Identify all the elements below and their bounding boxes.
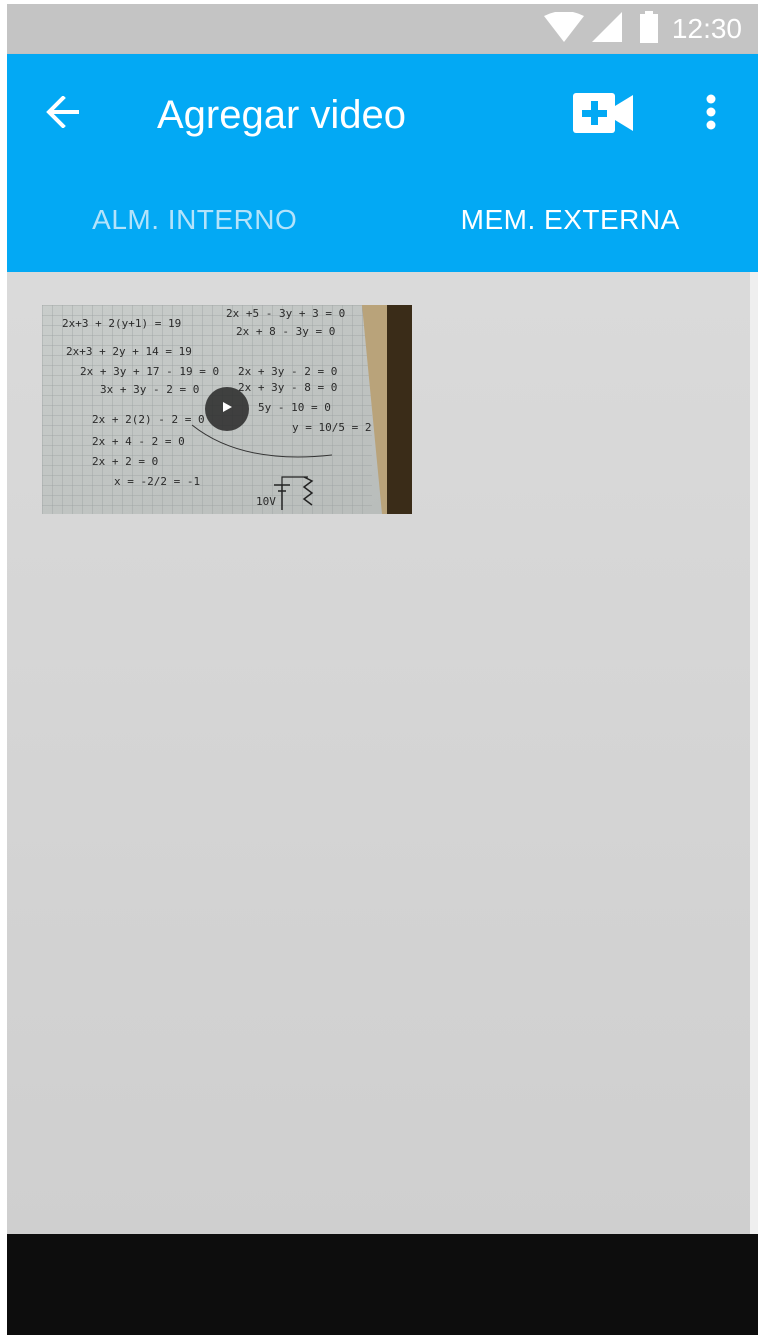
app-bar: Agregar video ALM. INTERNO MEM. EXTERNA <box>7 54 758 272</box>
overflow-menu-button[interactable] <box>691 86 731 142</box>
wifi-icon <box>543 10 584 47</box>
svg-text:5y - 10 = 0: 5y - 10 = 0 <box>258 401 331 414</box>
svg-text:2x + 2 = 0: 2x + 2 = 0 <box>92 455 158 468</box>
cell-signal-icon <box>591 11 622 47</box>
play-button[interactable] <box>205 387 249 431</box>
page-title: Agregar video <box>157 93 407 137</box>
arrow-back-icon <box>45 94 81 133</box>
svg-text:2x +5 - 3y + 3 = 0: 2x +5 - 3y + 3 = 0 <box>226 307 345 320</box>
svg-text:2x+3 + 2y + 14 = 19: 2x+3 + 2y + 14 = 19 <box>66 345 192 358</box>
more-vert-icon <box>705 94 717 135</box>
status-icons: 12:30 <box>543 4 742 54</box>
svg-text:2x + 2(2) - 2 = 0: 2x + 2(2) - 2 = 0 <box>92 413 205 426</box>
scrollbar[interactable] <box>750 272 758 1234</box>
status-time: 12:30 <box>671 13 742 44</box>
video-add-icon <box>573 92 633 138</box>
svg-text:2x + 3y + 17 - 19 = 0: 2x + 3y + 17 - 19 = 0 <box>80 365 219 378</box>
video-thumbnail[interactable]: 2x+3 + 2(y+1) = 19 2x+3 + 2y + 14 = 19 2… <box>42 305 412 514</box>
add-video-button[interactable] <box>570 90 636 140</box>
tab-internal-storage[interactable]: ALM. INTERNO <box>7 176 383 272</box>
play-icon <box>221 400 233 418</box>
svg-text:10V: 10V <box>256 495 276 508</box>
svg-text:2x + 4 - 2 = 0: 2x + 4 - 2 = 0 <box>92 435 185 448</box>
svg-text:3x + 3y - 2 = 0: 3x + 3y - 2 = 0 <box>100 383 199 396</box>
toolbar: Agregar video <box>7 54 758 176</box>
battery-icon <box>639 10 658 48</box>
back-button[interactable] <box>37 88 89 140</box>
navigation-bar <box>7 1234 758 1335</box>
status-bar: 12:30 <box>7 4 758 54</box>
svg-text:2x + 8 - 3y = 0: 2x + 8 - 3y = 0 <box>236 325 335 338</box>
svg-text:y = 10/5 = 2: y = 10/5 = 2 <box>292 421 371 434</box>
phone-screen: 12:30 Agregar video ALM. INTERNO MEM. EX… <box>7 4 758 1335</box>
tab-external-memory[interactable]: MEM. EXTERNA <box>383 176 759 272</box>
svg-text:2x + 3y - 8 = 0: 2x + 3y - 8 = 0 <box>238 381 337 394</box>
storage-tabs: ALM. INTERNO MEM. EXTERNA <box>7 176 758 272</box>
svg-text:2x+3 + 2(y+1) = 19: 2x+3 + 2(y+1) = 19 <box>62 317 181 330</box>
svg-text:2x + 3y - 2 = 0: 2x + 3y - 2 = 0 <box>238 365 337 378</box>
svg-text:x = -2/2 = -1: x = -2/2 = -1 <box>114 475 200 488</box>
